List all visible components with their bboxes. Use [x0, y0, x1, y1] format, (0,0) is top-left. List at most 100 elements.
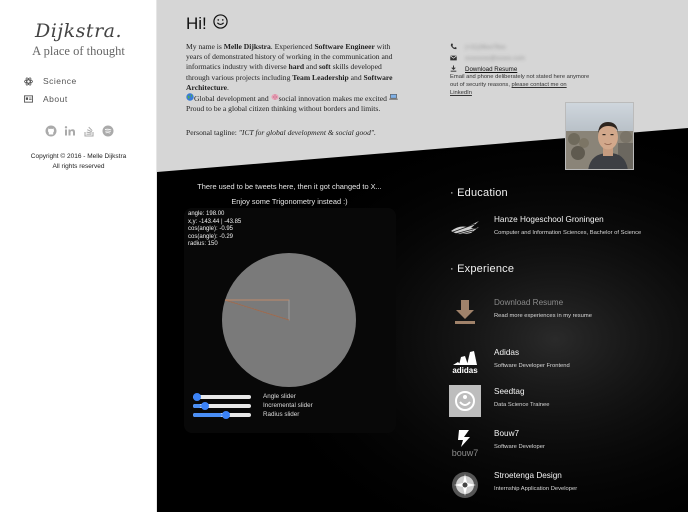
bio-text: Global development and — [194, 94, 271, 104]
entry-subtitle: Software Developer — [494, 444, 545, 450]
experience-entry-stroetenga[interactable]: Stroetenga Design Internship Application… — [449, 469, 679, 503]
xy-readout: x,y: -143.44 | -43.85 — [188, 218, 242, 225]
bio-text: My name is — [186, 42, 224, 51]
globe-icon — [186, 93, 194, 103]
download-resume-link[interactable]: Download Resume — [465, 66, 517, 73]
email-row[interactable]: xxxxxxxx@xxxxx.com — [450, 53, 600, 64]
entry-subtitle: Internship Application Developer — [494, 486, 578, 492]
mail-icon — [450, 55, 457, 63]
contact-block: (+31)06xx78xx xxxxxxxx@xxxxx.com Downloa… — [450, 42, 600, 75]
experience-heading: · Experience — [450, 263, 515, 275]
bio-role: Software Engineer — [314, 42, 375, 51]
nav-item-about[interactable]: About — [24, 92, 68, 106]
hanze-logo — [449, 213, 481, 245]
tweet-note: There used to be tweets here, then it go… — [157, 179, 422, 209]
phone-icon — [450, 43, 457, 52]
copyright-line: Copyright © 2016 - Melle Dijkstra — [30, 153, 127, 160]
entry-title: Adidas — [494, 348, 520, 357]
experience-entry-adidas[interactable]: adidas Adidas Software Developer Fronten… — [449, 346, 679, 380]
tweet-note-line2: Enjoy some Trigonometry instead :) — [231, 197, 348, 206]
education-heading: · Education — [450, 187, 508, 199]
adidas-logo: adidas — [449, 346, 481, 378]
entry-title: Download Resume — [494, 298, 564, 307]
entry-title: Seedtag — [494, 387, 525, 396]
linkedin-icon[interactable] — [63, 124, 76, 137]
bio-paragraph: My name is Melle Dijkstra. Experienced S… — [186, 42, 398, 114]
tagline-value: "ICT for global development & social goo… — [238, 128, 376, 137]
stroetenga-logo — [449, 469, 481, 501]
experience-title: Experience — [457, 263, 515, 275]
angle-slider[interactable] — [193, 392, 251, 401]
entry-title: Stroetenga Design — [494, 471, 562, 480]
entry-subtitle: Software Developer Frontend — [494, 363, 570, 369]
bio-leadership: Team Leadership — [292, 72, 349, 82]
angle-slider-row: Angle slider — [193, 392, 296, 401]
entry-subtitle: Read more experiences in my resume — [494, 313, 592, 319]
bouw7-logo-text: bouw7 — [452, 448, 479, 458]
slider-thumb[interactable] — [193, 392, 201, 401]
bio-text: Proud to be a global citizen thinking wi… — [186, 104, 381, 114]
download-icon — [449, 296, 481, 328]
bio-text: and — [348, 72, 364, 82]
github-icon[interactable] — [44, 124, 57, 137]
phone-row[interactable]: (+31)06xx78xx — [450, 42, 600, 53]
greeting: Hi! — [186, 14, 228, 34]
seedtag-logo — [449, 385, 481, 417]
education-entry-hanze[interactable]: Hanze Hogeschool Groningen Computer and … — [449, 213, 679, 247]
slider-thumb[interactable] — [201, 401, 210, 410]
angle-readout: angle: 198.00 — [188, 211, 225, 217]
profile-photo — [565, 102, 634, 170]
cos-readout: cos(angle): -0.95 — [188, 226, 234, 233]
tagline-label: Personal tagline: — [186, 128, 239, 137]
experience-entry-bouw7[interactable]: bouw7 Bouw7 Software Developer — [449, 427, 679, 461]
entry-title: Bouw7 — [494, 429, 520, 438]
trig-readout: angle: 198.00 x,y: -143.44 | -43.85 cos(… — [188, 211, 241, 249]
incremental-slider[interactable] — [193, 401, 251, 410]
nav-label: About — [43, 94, 68, 104]
experience-entry-download-resume[interactable]: Download Resume Read more experiences in… — [449, 296, 679, 330]
bio-text: social innovation makes me excited — [278, 94, 389, 104]
email-value: xxxxxxxx@xxxxx.com — [465, 55, 525, 62]
nav-item-science[interactable]: Science — [24, 74, 77, 88]
bio-text: . Experienced — [270, 42, 315, 51]
incremental-slider-label: Incremental slider — [263, 402, 313, 409]
greeting-text: Hi! — [186, 14, 207, 33]
security-note: Email and phone deliberately not stated … — [450, 73, 590, 97]
brand-tagline: A place of thought — [32, 44, 125, 58]
experience-entry-seedtag[interactable]: Seedtag Data Science Trainee — [449, 385, 679, 419]
spotify-icon[interactable] — [101, 124, 114, 137]
entry-subtitle: Computer and Information Sciences, Bache… — [494, 230, 642, 236]
tweet-note-line1: There used to be tweets here, then it go… — [197, 182, 382, 191]
nav-label: Science — [43, 76, 77, 86]
phone-value: (+31)06xx78xx — [465, 44, 506, 51]
radius-slider-row: Radius slider — [193, 410, 299, 419]
rights-line: All rights reserved — [52, 163, 105, 170]
personal-tagline: Personal tagline: "ICT for global develo… — [186, 128, 398, 137]
education-title: Education — [457, 187, 508, 199]
incremental-slider-row: Incremental slider — [193, 401, 313, 410]
radius-slider[interactable] — [193, 410, 251, 419]
bio-text: . — [227, 82, 229, 92]
slider-thumb[interactable] — [222, 410, 230, 419]
brain-icon — [270, 94, 279, 103]
bouw7-logo: bouw7 — [449, 427, 481, 459]
brand-name[interactable]: Dijkstra. — [0, 20, 157, 42]
bio-text: and — [304, 62, 319, 72]
stackoverflow-icon[interactable] — [82, 124, 95, 137]
smile-icon — [213, 14, 228, 34]
sin-readout: cos(angle): -0.29 — [188, 233, 234, 240]
radius-readout: radius: 150 — [188, 241, 218, 248]
entry-title: Hanze Hogeschool Groningen — [494, 215, 604, 224]
svg-text:adidas: adidas — [452, 366, 478, 374]
bio-soft: soft — [318, 62, 331, 72]
radius-slider-label: Radius slider — [263, 411, 300, 418]
atom-icon — [24, 76, 33, 86]
entry-subtitle: Data Science Trainee — [494, 402, 550, 408]
laptop-icon — [389, 94, 398, 103]
bio-name: Melle Dijkstra — [223, 42, 271, 51]
social-links — [44, 124, 114, 137]
copyright: Copyright © 2016 - Melle Dijkstra All ri… — [0, 152, 157, 172]
sidebar: Dijkstra. A place of thought Science Abo… — [0, 0, 157, 512]
bio-hard: hard — [288, 62, 305, 72]
angle-slider-label: Angle slider — [263, 393, 296, 400]
